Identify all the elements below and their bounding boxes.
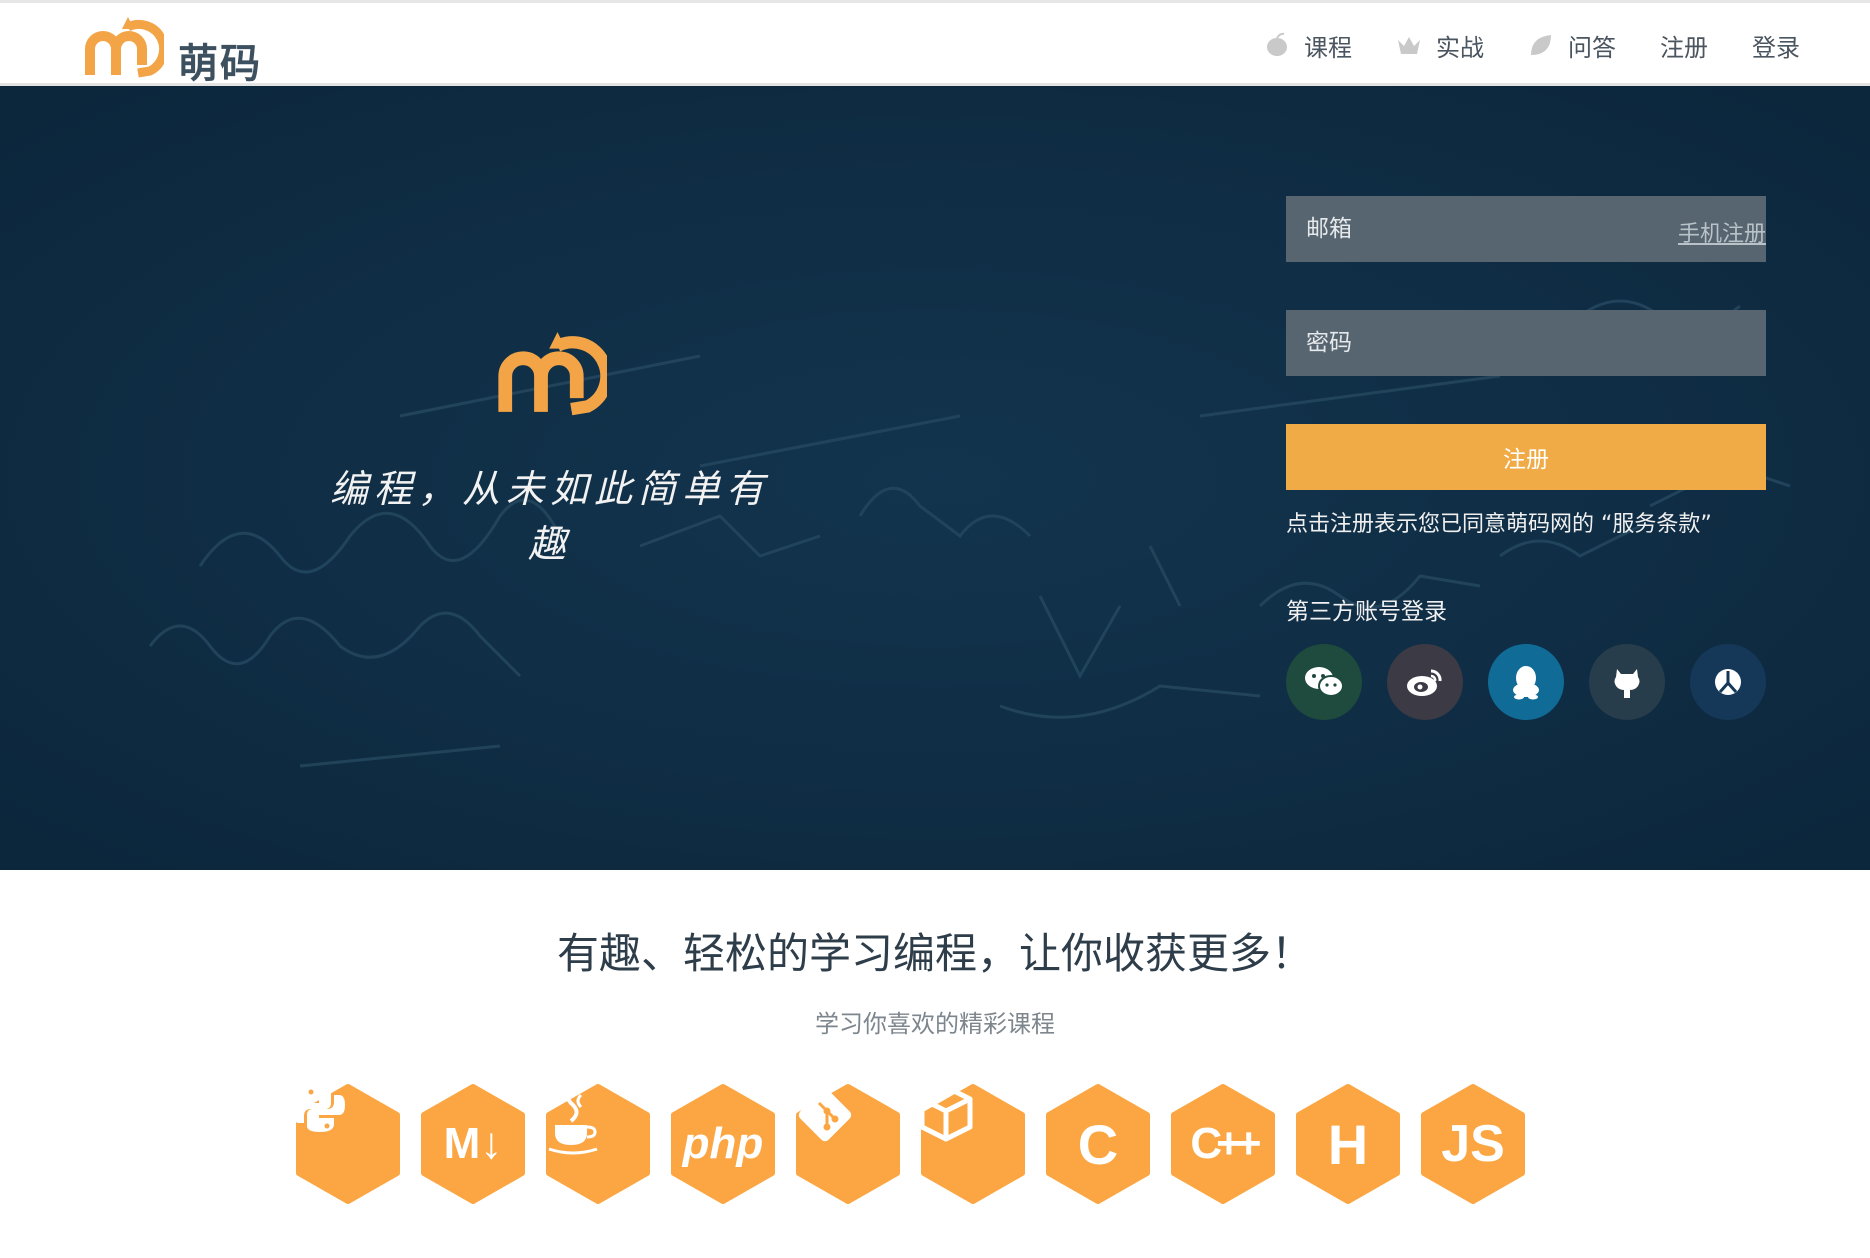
course-cube[interactable] xyxy=(918,1083,1028,1205)
hero-section: 编程，从未如此简单有趣 手机注册 注册 点击注册表示您已同意萌码网的 “服务条款… xyxy=(0,86,1870,870)
nav-item-qa[interactable]: 问答 xyxy=(1528,28,1616,63)
main-tagline: 有趣、轻松的学习编程，让你收获更多！ xyxy=(556,929,1313,978)
weibo-icon xyxy=(1407,669,1442,696)
weibo-login-button[interactable] xyxy=(1387,644,1463,720)
cube-icon xyxy=(918,1083,1028,1205)
course-java[interactable] xyxy=(543,1083,653,1205)
course-js[interactable]: JS xyxy=(1418,1083,1528,1205)
course-cpp[interactable]: C++ xyxy=(1168,1083,1278,1205)
baidu-login-button[interactable] xyxy=(1690,644,1766,720)
qq-login-button[interactable] xyxy=(1488,644,1564,720)
main-subtitle: 学习你喜欢的精彩课程 xyxy=(815,1010,1055,1038)
nav-item-register[interactable]: 注册 xyxy=(1660,28,1708,63)
github-login-button[interactable] xyxy=(1589,644,1665,720)
java-icon xyxy=(543,1083,653,1205)
register-button[interactable]: 注册 xyxy=(1286,424,1766,490)
hero-logo-icon xyxy=(498,332,607,416)
nav-label: 注册 xyxy=(1660,33,1708,62)
nav-label: 问答 xyxy=(1568,33,1616,62)
course-php[interactable]: php xyxy=(668,1083,778,1205)
nav-label: 课程 xyxy=(1304,33,1352,62)
phone-register-link[interactable]: 手机注册 xyxy=(1678,216,1766,248)
apple-icon xyxy=(1264,32,1290,58)
c-icon: C xyxy=(1077,1112,1119,1176)
course-language-list: M↓ php C C++ H JS xyxy=(293,1083,1543,1205)
wechat-login-button[interactable] xyxy=(1286,644,1362,720)
brand-logo[interactable]: 萌码 xyxy=(84,13,284,87)
cpp-icon: C++ xyxy=(1190,1119,1261,1168)
wechat-icon xyxy=(1305,667,1344,697)
brand-name: 萌码 xyxy=(178,41,262,87)
password-input[interactable] xyxy=(1286,310,1766,376)
third-party-logins xyxy=(1286,644,1766,720)
php-icon: php xyxy=(682,1119,764,1168)
crown-icon xyxy=(1396,32,1422,58)
nav-item-practice[interactable]: 实战 xyxy=(1396,28,1484,63)
register-form: 手机注册 注册 点击注册表示您已同意萌码网的 “服务条款” 第三方账号登录 xyxy=(1286,196,1766,720)
logo-m-icon xyxy=(85,17,164,78)
course-markdown[interactable]: M↓ xyxy=(418,1083,528,1205)
third-party-title: 第三方账号登录 xyxy=(1286,599,1447,625)
course-html[interactable]: H xyxy=(1293,1083,1403,1205)
js-icon: JS xyxy=(1441,1115,1505,1173)
baidu-icon xyxy=(1715,669,1741,695)
email-field-wrapper: 手机注册 xyxy=(1286,196,1766,262)
github-icon xyxy=(1614,669,1640,698)
hero-slogan: 编程，从未如此简单有趣 xyxy=(329,467,770,566)
html-icon: H xyxy=(1327,1112,1369,1176)
course-git[interactable] xyxy=(793,1083,903,1205)
course-c[interactable]: C xyxy=(1043,1083,1153,1205)
course-python[interactable] xyxy=(293,1083,403,1205)
markdown-icon: M↓ xyxy=(443,1119,503,1168)
python-icon xyxy=(293,1083,403,1205)
agreement-text: 点击注册表示您已同意萌码网的 “服务条款” xyxy=(1286,512,1712,537)
nav-item-login[interactable]: 登录 xyxy=(1752,28,1800,63)
nav-label: 登录 xyxy=(1752,33,1800,62)
main-nav: 课程 实战 问答 注册 登录 xyxy=(1220,23,1800,67)
nav-label: 实战 xyxy=(1436,33,1484,62)
nav-item-courses[interactable]: 课程 xyxy=(1264,28,1352,63)
git-icon xyxy=(793,1083,903,1205)
qq-icon xyxy=(1513,666,1539,700)
leaf-icon xyxy=(1528,32,1554,58)
top-header: 萌码 课程 实战 问答 注册 登录 xyxy=(0,0,1870,87)
password-field-wrapper xyxy=(1286,310,1766,376)
